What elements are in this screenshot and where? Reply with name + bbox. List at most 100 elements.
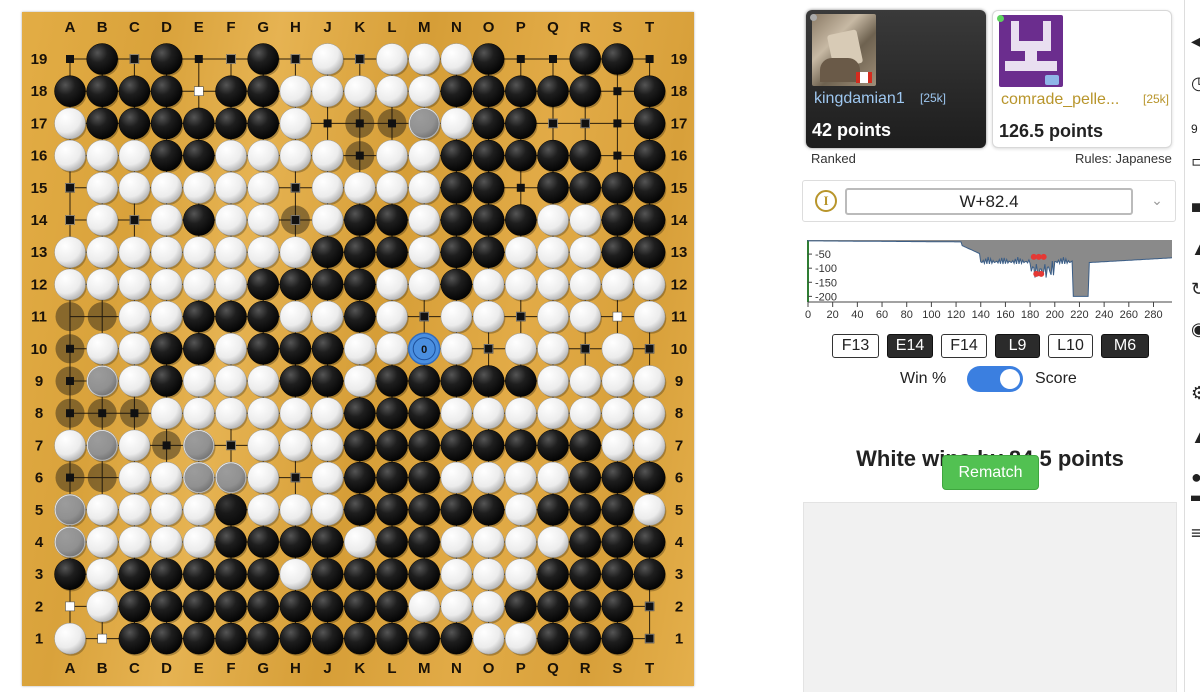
black-stone[interactable]	[183, 333, 215, 365]
white-stone[interactable]	[86, 172, 118, 204]
white-stone[interactable]	[472, 461, 505, 494]
black-stone[interactable]	[86, 43, 118, 75]
white-stone[interactable]	[472, 558, 505, 590]
white-stone[interactable]	[247, 461, 279, 494]
white-stone[interactable]	[376, 75, 408, 107]
black-stone[interactable]	[408, 429, 440, 462]
white-stone[interactable]	[279, 139, 312, 172]
white-stone[interactable]	[601, 429, 634, 462]
dead-black-stone[interactable]	[87, 302, 117, 332]
white-stone[interactable]	[408, 236, 440, 268]
white-stone[interactable]	[537, 365, 569, 397]
black-stone[interactable]	[440, 429, 473, 462]
black-stone[interactable]	[376, 429, 408, 462]
black-stone[interactable]	[601, 558, 634, 590]
black-stone[interactable]	[601, 526, 634, 558]
white-stone[interactable]	[440, 590, 473, 623]
black-stone[interactable]	[247, 622, 279, 655]
white-stone[interactable]	[54, 622, 86, 655]
black-stone[interactable]	[118, 558, 151, 590]
dead-black-stone[interactable]	[55, 527, 85, 557]
white-stone[interactable]	[472, 590, 505, 623]
black-stone[interactable]	[472, 172, 505, 204]
white-stone[interactable]	[472, 397, 505, 429]
white-stone[interactable]	[537, 236, 569, 268]
black-stone[interactable]	[601, 172, 634, 204]
white-stone[interactable]	[150, 236, 183, 268]
white-stone[interactable]	[183, 236, 215, 268]
white-stone[interactable]	[537, 204, 569, 236]
white-stone[interactable]	[150, 204, 183, 236]
black-stone[interactable]	[247, 558, 279, 590]
black-stone[interactable]	[183, 139, 215, 172]
move-button-l10[interactable]: L10	[1048, 334, 1093, 358]
black-stone[interactable]	[344, 558, 376, 590]
comment-icon[interactable]: 9	[1191, 120, 1198, 138]
white-stone[interactable]	[86, 204, 118, 236]
white-stone[interactable]	[537, 268, 569, 301]
black-stone[interactable]	[215, 526, 247, 558]
white-stone[interactable]	[86, 268, 118, 301]
white-stone[interactable]	[118, 494, 151, 526]
dead-black-stone[interactable]	[216, 463, 246, 493]
dead-black-stone[interactable]	[216, 495, 246, 525]
white-stone[interactable]	[408, 172, 440, 204]
white-stone[interactable]	[150, 494, 183, 526]
white-stone[interactable]	[311, 461, 344, 494]
black-stone[interactable]	[344, 204, 376, 236]
white-stone[interactable]	[279, 558, 312, 590]
white-stone[interactable]	[408, 43, 440, 75]
win-score-toggle[interactable]	[967, 366, 1023, 392]
white-stone[interactable]	[118, 268, 151, 301]
white-stone[interactable]	[601, 397, 634, 429]
white-stone[interactable]	[118, 139, 151, 172]
black-stone[interactable]	[183, 107, 215, 140]
black-stone[interactable]	[247, 590, 279, 623]
black-stone[interactable]	[279, 590, 312, 623]
white-stone[interactable]	[505, 397, 537, 429]
black-stone[interactable]	[569, 172, 601, 204]
black-stone[interactable]	[247, 107, 279, 140]
white-stone[interactable]	[311, 204, 344, 236]
black-stone[interactable]	[569, 75, 601, 107]
black-stone[interactable]	[472, 204, 505, 236]
lock-icon[interactable]: ■	[1191, 198, 1200, 216]
gear-icon[interactable]: ⚙	[1191, 384, 1200, 402]
white-stone[interactable]	[86, 236, 118, 268]
white-stone[interactable]	[440, 397, 473, 429]
white-stone[interactable]	[505, 268, 537, 301]
black-stone[interactable]	[472, 494, 505, 526]
palette-icon[interactable]: ◉	[1191, 320, 1200, 338]
chevron-down-icon[interactable]: ⌄	[1147, 190, 1167, 210]
white-stone[interactable]	[344, 333, 376, 365]
black-stone[interactable]	[633, 75, 666, 107]
black-stone[interactable]	[150, 558, 183, 590]
black-stone[interactable]	[311, 526, 344, 558]
black-stone[interactable]	[537, 494, 569, 526]
white-stone[interactable]	[247, 397, 279, 429]
black-stone[interactable]	[311, 622, 344, 655]
move-button-e14[interactable]: E14	[887, 334, 933, 358]
black-stone[interactable]	[215, 107, 247, 140]
white-stone[interactable]	[54, 236, 86, 268]
black-stone[interactable]	[311, 268, 344, 301]
black-stone[interactable]	[247, 300, 279, 333]
black-stone[interactable]	[537, 590, 569, 623]
black-stone[interactable]	[86, 107, 118, 140]
dead-black-stone[interactable]	[87, 430, 117, 460]
black-stone[interactable]	[633, 526, 666, 558]
white-stone[interactable]	[118, 300, 151, 333]
black-stone[interactable]	[633, 107, 666, 140]
black-stone[interactable]	[54, 75, 86, 107]
black-stone[interactable]	[279, 622, 312, 655]
black-stone[interactable]	[505, 75, 537, 107]
black-stone[interactable]	[247, 75, 279, 107]
white-stone[interactable]	[183, 526, 215, 558]
black-stone[interactable]	[440, 365, 473, 397]
black-stone[interactable]	[279, 268, 312, 301]
black-stone[interactable]	[311, 236, 344, 268]
white-stone[interactable]	[118, 172, 151, 204]
refresh-icon[interactable]: ↻	[1191, 280, 1200, 298]
black-stone[interactable]	[601, 43, 634, 75]
black-stone[interactable]	[601, 204, 634, 236]
